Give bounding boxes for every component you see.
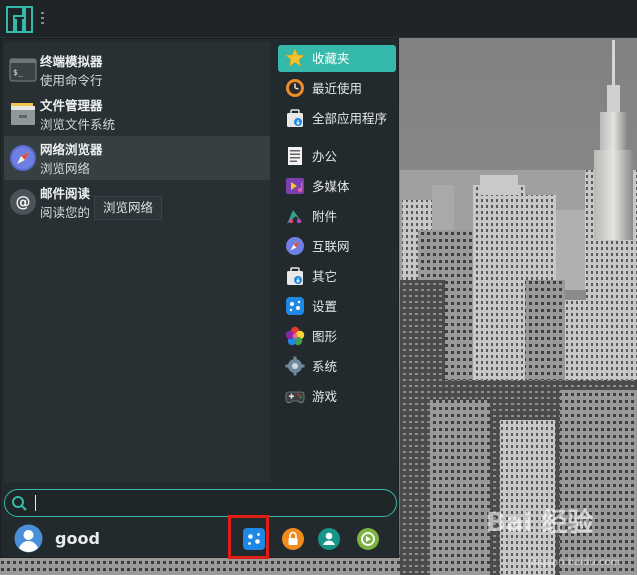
games-icon	[285, 391, 305, 404]
category-games[interactable]: 游戏	[278, 383, 396, 410]
panel-handle-icon[interactable]	[41, 12, 44, 24]
category-label: 系统	[312, 359, 338, 374]
internet-icon	[286, 237, 304, 255]
search-input[interactable]	[33, 493, 383, 513]
app-terminal[interactable]: $_ 终端模拟器 使用命令行	[4, 48, 270, 92]
search-icon	[12, 496, 27, 511]
top-panel	[0, 0, 637, 38]
watermark-url: jingyan.baidu.com	[528, 557, 621, 568]
search-box[interactable]	[4, 489, 397, 517]
terminal-icon: $_	[9, 58, 37, 82]
category-other[interactable]: 其它	[278, 263, 396, 290]
category-office[interactable]: 办公	[278, 143, 396, 170]
category-label: 游戏	[312, 389, 338, 404]
category-label: 最近使用	[312, 81, 363, 96]
category-recent[interactable]: 最近使用	[278, 75, 396, 102]
category-label: 图形	[312, 329, 338, 344]
app-description: 浏览文件系统	[40, 117, 116, 132]
star-icon	[285, 48, 305, 67]
category-favorites[interactable]: 收藏夹	[278, 45, 396, 72]
category-accessories[interactable]: 附件	[278, 203, 396, 230]
logout-icon[interactable]	[356, 527, 380, 551]
app-file-manager[interactable]: 文件管理器 浏览文件系统	[4, 92, 270, 136]
category-label: 办公	[312, 149, 338, 164]
app-description: 阅读您的	[40, 205, 91, 220]
file-manager-icon	[11, 103, 35, 125]
recent-icon	[286, 79, 304, 97]
graphics-icon	[285, 326, 305, 346]
category-label: 其它	[312, 269, 338, 284]
app-name: 网络浏览器	[40, 142, 103, 157]
lock-screen-icon[interactable]	[281, 527, 305, 551]
category-graphics[interactable]: 图形	[278, 323, 396, 350]
applications-list: $_ 终端模拟器 使用命令行 文件管理器 浏览文件系统 网络浏览器 浏览网络 @…	[4, 42, 270, 482]
all-apps-icon	[287, 109, 303, 127]
app-web-browser[interactable]: 网络浏览器 浏览网络	[4, 136, 270, 180]
watermark-logo: Bai 经验	[486, 508, 594, 538]
username: good	[55, 529, 100, 548]
other-icon	[287, 267, 303, 285]
app-description: 浏览网络	[40, 161, 91, 176]
category-multimedia[interactable]: 多媒体	[278, 173, 396, 200]
office-icon	[288, 147, 302, 165]
category-system[interactable]: 系统	[278, 353, 396, 380]
category-label: 全部应用程序	[312, 111, 388, 126]
avatar	[14, 524, 43, 553]
category-label: 互联网	[312, 239, 350, 254]
manjaro-logo-icon[interactable]	[6, 6, 33, 33]
category-list: 收藏夹 最近使用 全部应用程序 办公 多媒体 附件 互联网 其它 设置 图形 系…	[275, 42, 399, 482]
category-all-apps[interactable]: 全部应用程序	[278, 105, 396, 132]
text-caret	[35, 495, 36, 511]
category-settings[interactable]: 设置	[278, 293, 396, 320]
system-icon	[285, 356, 305, 376]
mail-icon: @	[10, 189, 36, 215]
category-label: 附件	[312, 209, 338, 224]
category-label: 设置	[312, 299, 338, 314]
settings-manager-icon[interactable]	[242, 527, 266, 551]
category-label: 收藏夹	[312, 51, 350, 66]
category-label: 多媒体	[312, 179, 350, 194]
tooltip: 浏览网络	[94, 196, 163, 220]
category-internet[interactable]: 互联网	[278, 233, 396, 260]
app-name: 邮件阅读	[40, 186, 91, 201]
app-name: 终端模拟器	[40, 54, 103, 69]
web-browser-icon	[10, 145, 36, 171]
accessories-icon	[287, 210, 303, 224]
svg-text:$_: $_	[13, 68, 23, 77]
multimedia-icon	[286, 178, 304, 194]
whisker-menu: $_ 终端模拟器 使用命令行 文件管理器 浏览文件系统 网络浏览器 浏览网络 @…	[0, 38, 399, 559]
app-name: 文件管理器	[40, 98, 103, 113]
app-description: 使用命令行	[40, 73, 103, 88]
svg-text:@: @	[16, 193, 31, 211]
settings-icon	[286, 297, 304, 315]
switch-user-icon[interactable]	[317, 527, 341, 551]
